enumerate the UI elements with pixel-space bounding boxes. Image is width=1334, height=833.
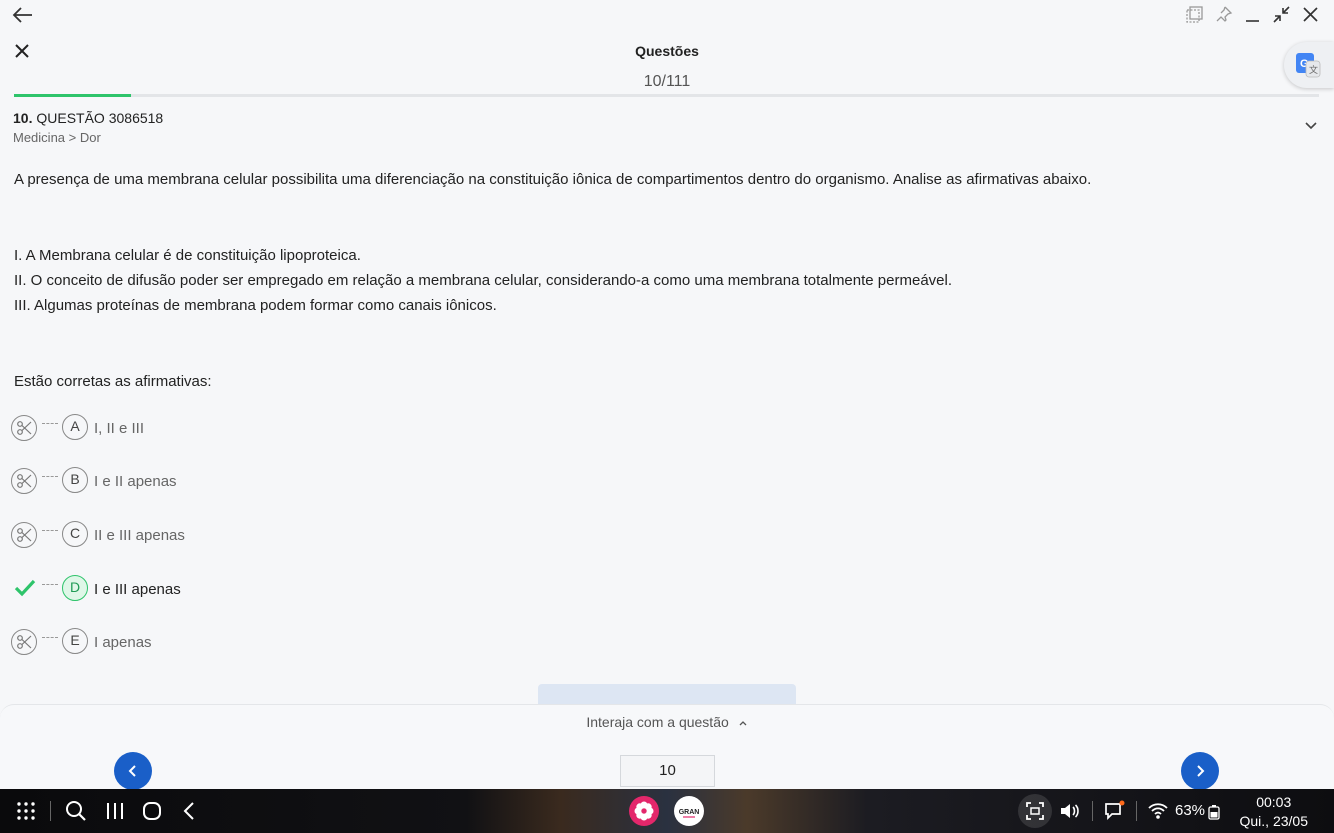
option-text: I e III apenas	[94, 581, 181, 598]
restore-icon[interactable]	[1272, 5, 1291, 24]
option-connector	[42, 476, 58, 477]
svg-text:文: 文	[1309, 64, 1318, 75]
taskbar-divider	[50, 801, 51, 821]
scissors-icon[interactable]	[11, 522, 37, 548]
scissors-icon[interactable]	[11, 415, 37, 441]
previous-question-button[interactable]	[114, 752, 152, 790]
option-letter: B	[62, 467, 88, 493]
window-bar	[0, 0, 1334, 30]
taskbar-divider	[1136, 801, 1137, 821]
scissors-icon[interactable]	[11, 629, 37, 655]
option-connector	[42, 423, 58, 424]
popup-view-icon[interactable]	[1185, 5, 1204, 24]
apps-grid-icon[interactable]	[15, 800, 37, 822]
option-text: I e II apenas	[94, 473, 177, 490]
statement-item-2: II. O conceito de difusão poder ser empr…	[14, 272, 952, 289]
home-icon[interactable]	[141, 800, 163, 822]
progress-bar	[14, 94, 1319, 97]
volume-icon[interactable]	[1058, 800, 1080, 822]
window-close-icon[interactable]	[1301, 5, 1320, 24]
clock-time: 00:03	[1256, 794, 1292, 810]
questions-header: Questões 10/111 G 文	[0, 30, 1334, 100]
statement-item-3: III. Algumas proteínas de membrana podem…	[14, 297, 497, 314]
option-e[interactable]: E I apenas	[11, 628, 411, 656]
interact-label: Interaja com a questão	[586, 714, 729, 730]
option-connector	[42, 530, 58, 531]
option-text: I, II e III	[94, 420, 145, 437]
next-question-button[interactable]	[1181, 752, 1219, 790]
option-d[interactable]: D I e III apenas	[11, 575, 411, 603]
option-text: II e III apenas	[94, 527, 185, 544]
search-icon[interactable]	[65, 800, 87, 822]
option-letter: D	[62, 575, 88, 601]
notification-icon[interactable]	[1103, 800, 1125, 822]
interact-panel: Interaja com a questão 10	[0, 704, 1334, 790]
option-connector	[42, 584, 58, 585]
option-letter: E	[62, 628, 88, 654]
screen-capture-button[interactable]	[1018, 794, 1052, 828]
google-translate-icon: G 文	[1296, 53, 1321, 78]
question-prompt: Estão corretas as afirmativas:	[14, 373, 212, 390]
page-number-input[interactable]: 10	[620, 755, 715, 787]
scissors-icon[interactable]	[11, 468, 37, 494]
chevron-down-icon[interactable]	[1304, 119, 1318, 133]
page-title: Questões	[635, 43, 699, 59]
battery-percent: 63%	[1175, 802, 1206, 819]
recent-apps-icon[interactable]	[104, 800, 126, 822]
battery-icon	[1208, 804, 1220, 820]
chevron-up-icon	[739, 721, 747, 726]
option-connector	[42, 637, 58, 638]
breadcrumb: Medicina > Dor	[13, 130, 101, 145]
progress-fill	[14, 94, 132, 97]
back-arrow-icon[interactable]	[12, 5, 34, 25]
gran-app-icon[interactable]: GRAN	[674, 796, 704, 826]
option-letter: A	[62, 414, 88, 440]
statement-item-1: I. A Membrana celular é de constituição …	[14, 247, 361, 264]
option-text: I apenas	[94, 634, 152, 651]
question-id: 10. QUESTÃO 3086518	[13, 110, 163, 126]
question-statement: A presença de uma membrana celular possi…	[14, 171, 1092, 188]
option-b[interactable]: B I e II apenas	[11, 467, 411, 495]
question-number: 10.	[13, 110, 33, 126]
interact-toggle[interactable]: Interaja com a questão	[0, 714, 1334, 730]
minimize-icon[interactable]	[1243, 5, 1262, 24]
option-c[interactable]: C II e III apenas	[11, 521, 411, 549]
clock[interactable]: 00:03 Qui., 23/05	[1240, 793, 1309, 831]
translate-button[interactable]: G 文	[1284, 42, 1334, 88]
taskbar: GRAN 63% 00:03 Qui., 23/05	[0, 789, 1334, 833]
option-a[interactable]: A I, II e III	[11, 414, 411, 442]
option-letter: C	[62, 521, 88, 547]
chevron-left-icon	[128, 765, 136, 777]
question-counter: 10/111	[643, 73, 691, 90]
question-header: 10. QUESTÃO 3086518 Medicina > Dor	[13, 110, 163, 145]
screenshot-icon	[1026, 802, 1044, 820]
question-label: QUESTÃO 3086518	[36, 110, 164, 126]
window-controls	[1185, 5, 1320, 24]
chevron-right-icon	[1197, 765, 1205, 777]
flower-app-icon[interactable]	[629, 796, 659, 826]
clock-date: Qui., 23/05	[1239, 813, 1309, 829]
pin-icon[interactable]	[1214, 5, 1233, 24]
taskbar-divider	[1092, 801, 1093, 821]
checkmark-icon	[13, 578, 37, 598]
gran-logo-text: GRAN	[679, 809, 700, 816]
wifi-icon[interactable]	[1147, 800, 1169, 822]
nav-back-icon[interactable]	[179, 800, 201, 822]
